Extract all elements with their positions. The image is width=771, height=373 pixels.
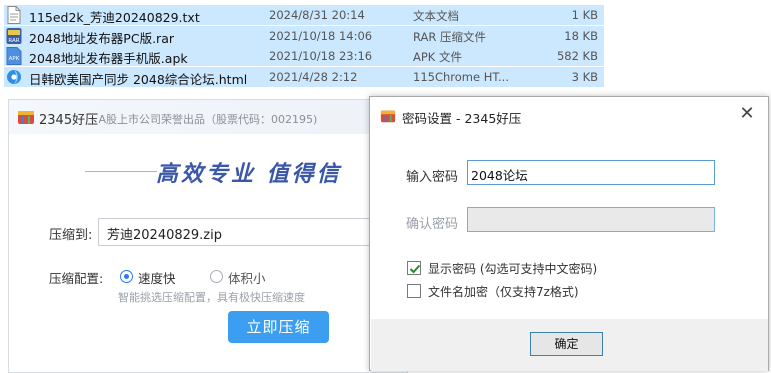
radio-size-small[interactable] — [210, 270, 223, 283]
encrypt-filename-label[interactable]: 文件名加密（仅支持7z格式) — [428, 283, 579, 300]
compress-config-hint: 智能挑选压缩配置，具有极快压缩速度 — [118, 291, 305, 304]
text-file-icon — [7, 6, 21, 24]
file-date: 2021/10/18 14:06 — [269, 29, 373, 43]
encrypt-filename-checkbox[interactable] — [407, 284, 421, 298]
compress-config-label: 压缩配置: — [49, 271, 104, 286]
compress-window-title: 2345好压 — [39, 113, 99, 128]
show-password-checkbox[interactable] — [407, 261, 421, 275]
svg-text:APK: APK — [9, 56, 20, 62]
close-icon[interactable]: ✕ — [737, 104, 757, 124]
file-name: 115ed2k_芳迪20240829.txt — [29, 10, 200, 25]
file-date: 2024/8/31 20:14 — [269, 8, 365, 22]
compress-window: 2345好压 - A股上市公司荣誉出品（股票代码：002195) 高效专业 值得… — [8, 99, 408, 373]
slogan: 高效专业 值得信 — [156, 162, 342, 187]
password-dialog: 密码设置 - 2345好压 ✕ 输入密码 2048论坛 确认密码 显示密码 (勾… — [369, 96, 769, 371]
html-file-icon — [7, 70, 21, 84]
file-list: 115ed2k_芳迪20240829.txt 2024/8/31 20:14 文… — [0, 0, 605, 90]
file-type: 文本文档 — [413, 9, 459, 23]
password-label: 输入密码 — [406, 170, 459, 185]
svg-text:RAR: RAR — [8, 38, 19, 44]
file-date: 2021/4/28 2:12 — [269, 70, 358, 84]
file-size: 3 KB — [571, 70, 598, 84]
file-row[interactable]: APK 2048地址发布器手机版.apk 2021/10/18 23:16 AP… — [4, 46, 604, 66]
file-row[interactable]: 115ed2k_芳迪20240829.txt 2024/8/31 20:14 文… — [4, 5, 604, 25]
file-type: 115Chrome HT... — [413, 70, 509, 84]
compress-now-button[interactable]: 立即压缩 — [228, 311, 329, 343]
radio-speed-fast-label[interactable]: 速度快 — [138, 268, 176, 287]
password-value: 2048论坛 — [471, 168, 528, 183]
file-name: 2048地址发布器PC版.rar — [29, 31, 174, 46]
apk-file-icon: APK — [6, 47, 22, 65]
radio-size-small-label[interactable]: 体积小 — [228, 268, 266, 287]
file-size: 18 KB — [564, 29, 598, 43]
slogan-divider — [85, 171, 157, 172]
compress-to-label: 压缩到: — [49, 228, 93, 243]
file-type: APK 文件 — [413, 50, 462, 64]
compress-to-value: 芳迪20240829.zip — [107, 228, 222, 243]
file-type: RAR 压缩文件 — [413, 30, 487, 44]
password-dialog-title: 密码设置 - 2345好压 — [402, 111, 522, 126]
rar-archive-icon: RAR — [6, 28, 22, 44]
file-row[interactable]: RAR 2048地址发布器PC版.rar 2021/10/18 14:06 RA… — [4, 26, 604, 46]
checkmark-icon — [409, 264, 421, 274]
haozip-logo-icon — [380, 110, 396, 123]
password-input[interactable]: 2048论坛 — [467, 160, 715, 185]
compress-titlebar: 2345好压 - A股上市公司荣誉出品（股票代码：002195) — [9, 100, 407, 134]
compress-to-input[interactable]: 芳迪20240829.zip — [98, 218, 407, 246]
file-size: 582 KB — [556, 49, 598, 63]
file-name: 2048地址发布器手机版.apk — [29, 51, 188, 66]
compress-window-subtitle: - A股上市公司荣誉出品（股票代码：002195) — [91, 113, 318, 126]
show-password-label[interactable]: 显示密码 (勾选可支持中文密码) — [428, 260, 597, 277]
file-row[interactable]: 日韩欧美国产同步 2048综合论坛.html 2021/4/28 2:12 11… — [4, 67, 604, 87]
confirm-password-label: 确认密码 — [406, 217, 459, 232]
file-name: 日韩欧美国产同步 2048综合论坛.html — [29, 72, 248, 87]
haozip-logo-icon — [18, 111, 34, 124]
radio-speed-fast[interactable] — [120, 270, 133, 283]
confirm-password-input[interactable] — [467, 207, 715, 232]
file-size: 1 KB — [571, 8, 598, 22]
ok-button[interactable]: 确定 — [530, 332, 603, 356]
file-date: 2021/10/18 23:16 — [269, 49, 373, 63]
